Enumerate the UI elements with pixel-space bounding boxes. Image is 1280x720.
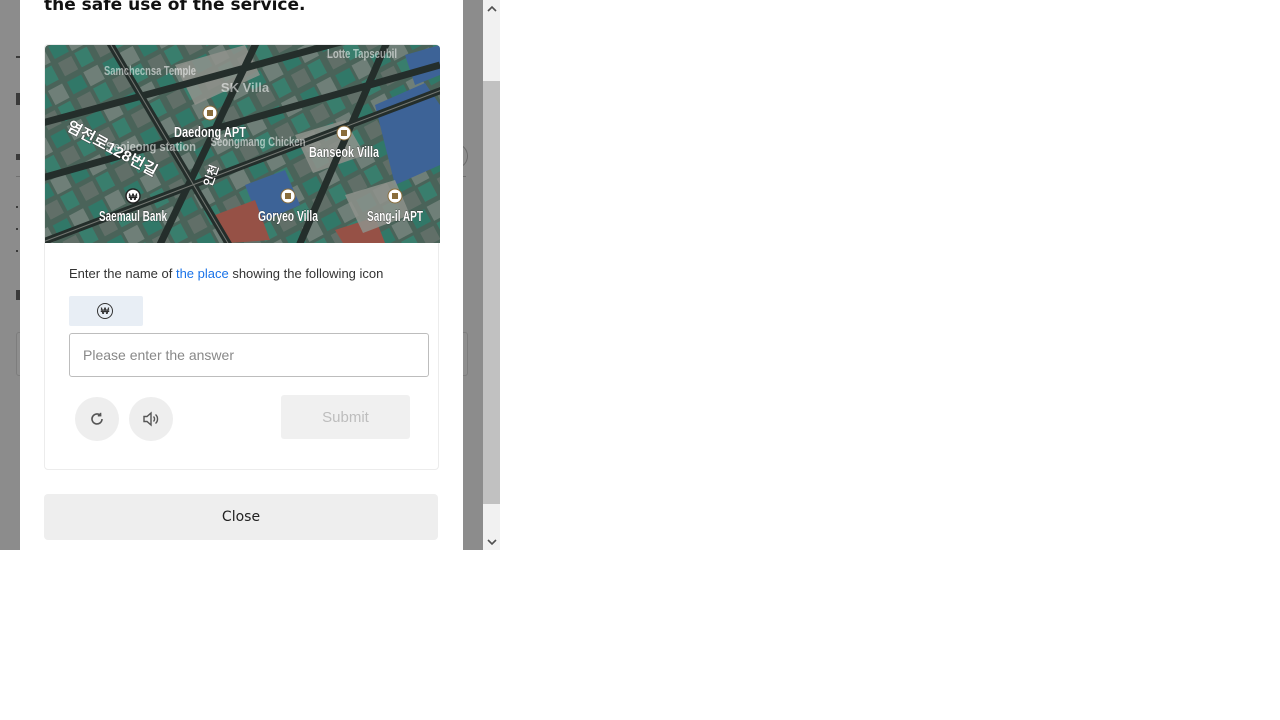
map-label-banseok: Banseok Villa — [309, 144, 379, 161]
refresh-button[interactable] — [75, 397, 119, 441]
map-label-lotte: Lotte Tapseubil — [327, 46, 397, 61]
satellite-map: Samchecnsa Temple SK Villa Lotte Tapseub… — [45, 45, 440, 243]
prompt-text-after: showing the following icon — [228, 266, 384, 281]
map-label-sk-villa: SK Villa — [221, 80, 270, 95]
scrollbar-thumb[interactable] — [483, 81, 500, 504]
modal-title: the safe use of the service. — [44, 0, 306, 15]
submit-button[interactable]: Submit — [281, 395, 410, 439]
close-button[interactable]: Close — [44, 494, 438, 540]
map-label-goryeo: Goryeo Villa — [258, 208, 318, 225]
scroll-up-arrow-icon[interactable] — [486, 2, 497, 14]
map-pin-saemaul-bank: ₩ — [125, 188, 141, 204]
captcha-card: Samchecnsa Temple SK Villa Lotte Tapseub… — [44, 44, 440, 470]
map-pin-banseok — [336, 125, 352, 141]
background-fragment — [16, 206, 18, 208]
scroll-down-arrow-icon[interactable] — [486, 536, 497, 548]
audio-button[interactable] — [129, 397, 173, 441]
browser-viewport: the safe use of the service. Samchecnsa … — [0, 0, 483, 550]
vertical-scrollbar[interactable] — [483, 0, 500, 550]
captcha-prompt: Enter the name of the place showing the … — [69, 266, 383, 281]
map-pin-goryeo — [280, 188, 296, 204]
prompt-text-before: Enter the name of — [69, 266, 176, 281]
map-pin-daedong — [202, 105, 218, 121]
refresh-icon — [91, 412, 103, 425]
background-fragment — [16, 228, 18, 230]
map-label-saemaul: Saemaul Bank — [99, 208, 167, 225]
answer-input[interactable] — [69, 333, 429, 377]
map-label-temple-line1: Samchecnsa Temple — [104, 63, 196, 78]
background-fragment — [16, 250, 18, 252]
captcha-modal: the safe use of the service. Samchecnsa … — [20, 0, 463, 550]
prompt-link[interactable]: the place — [176, 266, 229, 281]
map-pin-sangil — [387, 188, 403, 204]
speaker-icon — [143, 411, 159, 427]
map-label-sangil: Sang-il APT — [367, 208, 423, 225]
won-icon: ₩ — [97, 303, 113, 319]
svg-text:₩: ₩ — [129, 192, 138, 202]
map-label-daedong: Daedong APT — [174, 124, 246, 141]
target-icon-chip: ₩ — [69, 296, 143, 326]
